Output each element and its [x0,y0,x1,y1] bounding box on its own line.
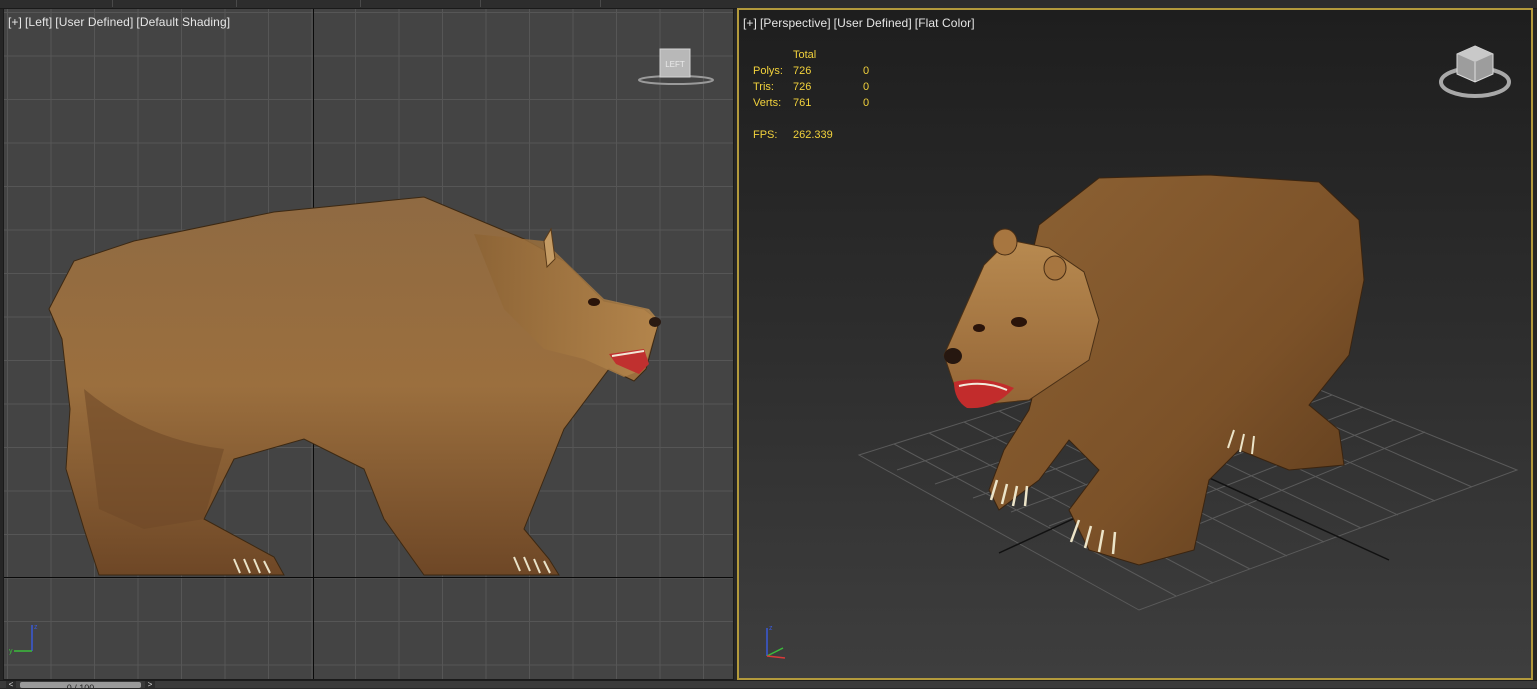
viewport-left[interactable]: [+] [Left] [User Defined] [Default Shading]… [3,8,734,680]
svg-text:z: z [34,624,38,631]
svg-text:z: z [769,625,773,632]
strip-divider [600,0,601,7]
strip-divider [360,0,361,7]
axis-tripod-icon: z y [9,624,38,655]
strip-divider [480,0,481,7]
time-slider-thumb[interactable]: 0 / 100 [20,682,141,688]
bear-model-side[interactable] [4,9,734,680]
bear-model-perspective[interactable] [739,10,1533,680]
strip-divider [236,0,237,7]
viewport-perspective[interactable]: [+] [Perspective] [User Defined] [Flat Colo… [737,8,1533,680]
svg-text:y: y [9,648,13,655]
strip-divider [112,0,113,7]
axis-tripod-icon: z [766,625,786,659]
